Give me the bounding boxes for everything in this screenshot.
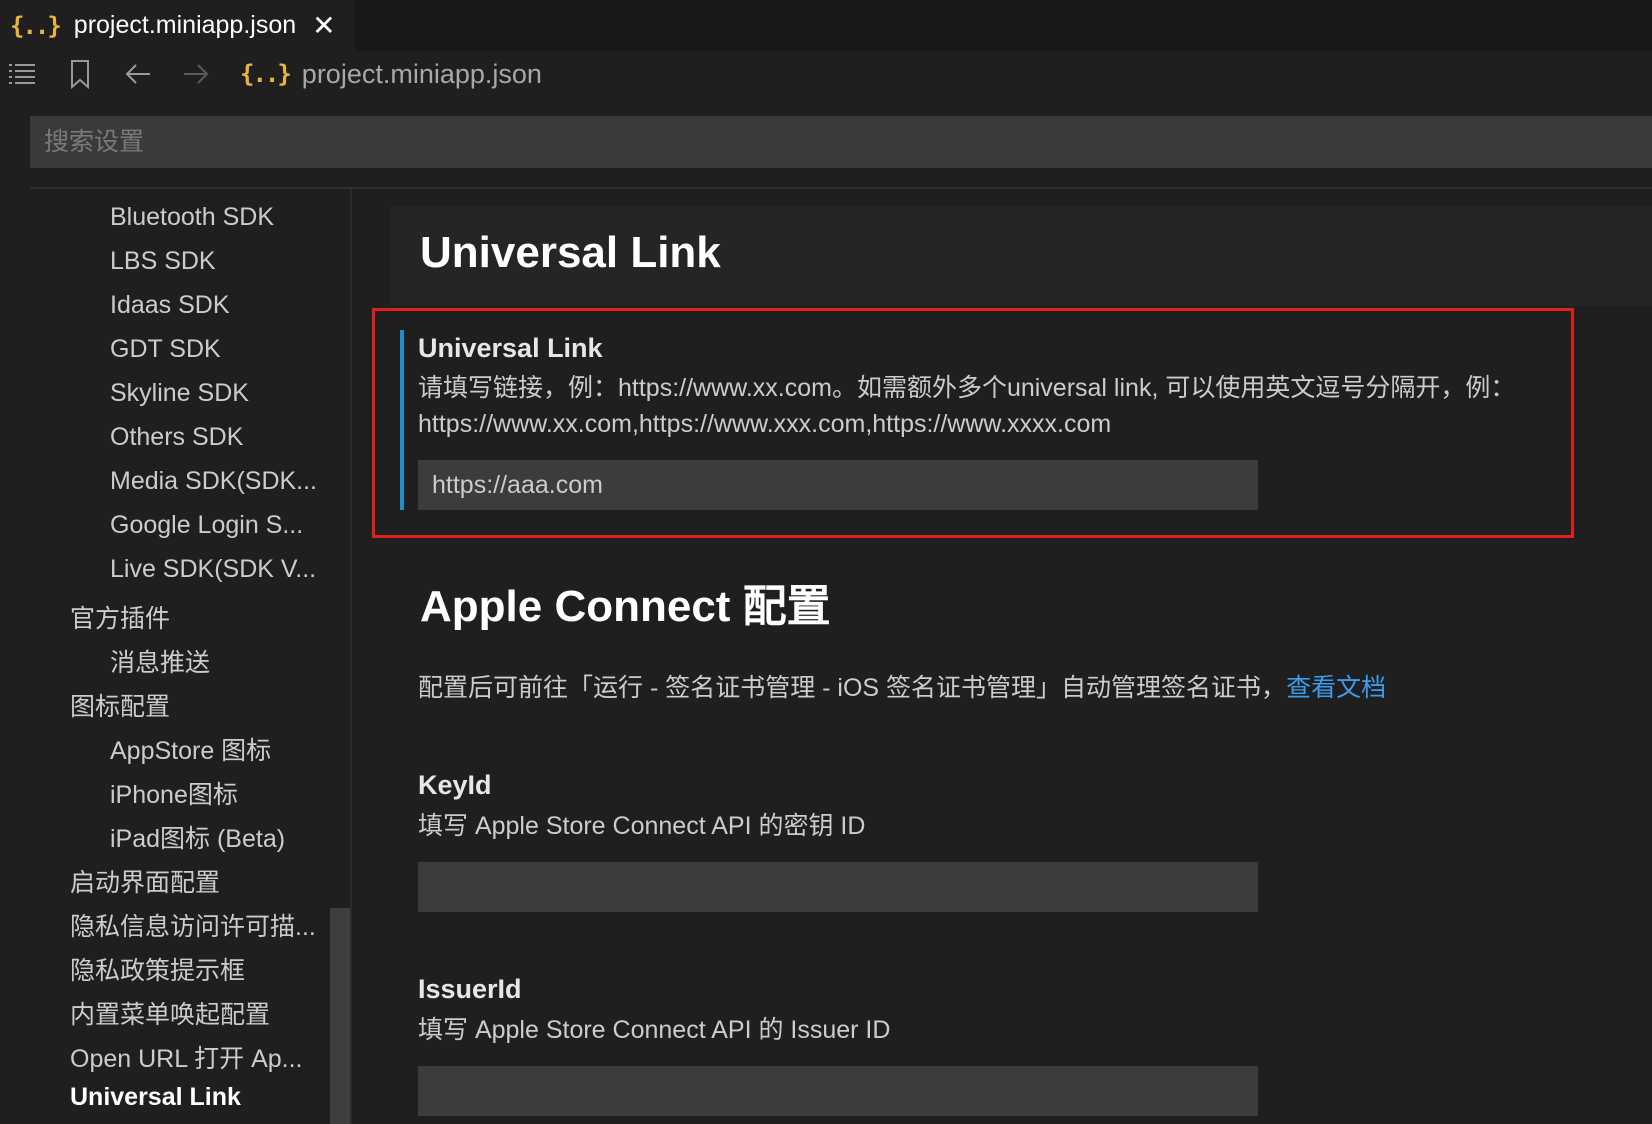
editor-tab[interactable]: {..} project.miniapp.json ✕	[0, 0, 355, 51]
breadcrumb-file: project.miniapp.json	[301, 58, 542, 89]
json-braces-icon: {..}	[240, 60, 292, 88]
focus-indicator	[400, 330, 404, 510]
setting-title-issuerid: IssuerId	[418, 974, 522, 1004]
sidebar-item[interactable]: Idaas SDK	[110, 291, 230, 320]
setting-desc-line2: https://www.xx.com,https://www.xxx.com,h…	[418, 410, 1112, 438]
forward-arrow-icon[interactable]	[178, 56, 214, 92]
apple-connect-desc-text: 配置后可前往「运行 - 签名证书管理 - iOS 签名证书管理」自动管理签名证书…	[418, 674, 1287, 702]
sidebar-item[interactable]: AppStore 图标	[110, 731, 271, 767]
keyid-input[interactable]	[418, 862, 1258, 912]
sidebar-item[interactable]: Bluetooth SDK	[110, 203, 274, 232]
setting-desc-issuerid: 填写 Apple Store Connect API 的 Issuer ID	[418, 1016, 891, 1044]
json-braces-icon: {..}	[10, 11, 62, 40]
apple-connect-desc: 配置后可前往「运行 - 签名证书管理 - iOS 签名证书管理」自动管理签名证书…	[418, 670, 1386, 706]
sidebar-item[interactable]: 图标配置	[70, 687, 170, 723]
sidebar-item[interactable]: Media SDK(SDK...	[110, 467, 317, 496]
breadcrumb[interactable]: {..} project.miniapp.json	[240, 56, 542, 92]
sidebar-item[interactable]: Open URL 打开 Ap...	[70, 1039, 303, 1075]
sidebar-border	[350, 189, 352, 1124]
close-icon[interactable]: ✕	[312, 11, 335, 40]
sidebar-item[interactable]: Universal Link	[70, 1083, 241, 1112]
sidebar-scrollbar[interactable]	[330, 908, 350, 1124]
settings-sidebar: Bluetooth SDK LBS SDK Idaas SDK GDT SDK Skyl…	[0, 189, 350, 1124]
search-settings-input[interactable]	[30, 116, 1652, 168]
sidebar-item[interactable]: 官方插件	[70, 599, 170, 635]
list-icon[interactable]	[4, 56, 40, 92]
section-title-apple-connect: Apple Connect 配置	[420, 582, 831, 631]
universal-link-input[interactable]	[418, 460, 1258, 510]
setting-title-universal-link: Universal Link	[418, 333, 603, 363]
sidebar-item[interactable]: iPad图标 (Beta)	[110, 819, 285, 855]
setting-desc-line1: 请填写链接，例：https://www.xx.com。如需额外多个univers…	[418, 374, 1516, 402]
sidebar-item[interactable]: Others SDK	[110, 423, 243, 452]
sidebar-item[interactable]: GDT SDK	[110, 335, 221, 364]
sidebar-item[interactable]: Google Login S...	[110, 511, 303, 540]
issuerid-input[interactable]	[418, 1066, 1258, 1116]
sidebar-item[interactable]: 隐私政策提示框	[70, 951, 245, 987]
setting-title-keyid: KeyId	[418, 770, 492, 800]
view-docs-link[interactable]: 查看文档	[1286, 674, 1386, 702]
sidebar-item[interactable]: 隐私信息访问许可描...	[70, 907, 316, 943]
sidebar-item[interactable]: 消息推送	[110, 643, 210, 679]
tab-title: project.miniapp.json	[73, 11, 297, 39]
sidebar-item[interactable]: Live SDK(SDK V...	[110, 555, 316, 584]
sidebar-item[interactable]: Skyline SDK	[110, 379, 249, 408]
bookmark-icon[interactable]	[62, 56, 98, 92]
sidebar-item[interactable]: 启动界面配置	[70, 863, 220, 899]
tab-bar: {..} project.miniapp.json ✕	[0, 0, 1652, 51]
sidebar-item[interactable]: iPhone图标	[110, 775, 238, 811]
sidebar-item[interactable]: LBS SDK	[110, 247, 216, 276]
back-arrow-icon[interactable]	[120, 56, 156, 92]
sidebar-item[interactable]: 内置菜单唤起配置	[70, 995, 270, 1031]
section-title-universal-link: Universal Link	[420, 228, 721, 277]
setting-desc-keyid: 填写 Apple Store Connect API 的密钥 ID	[418, 812, 866, 840]
